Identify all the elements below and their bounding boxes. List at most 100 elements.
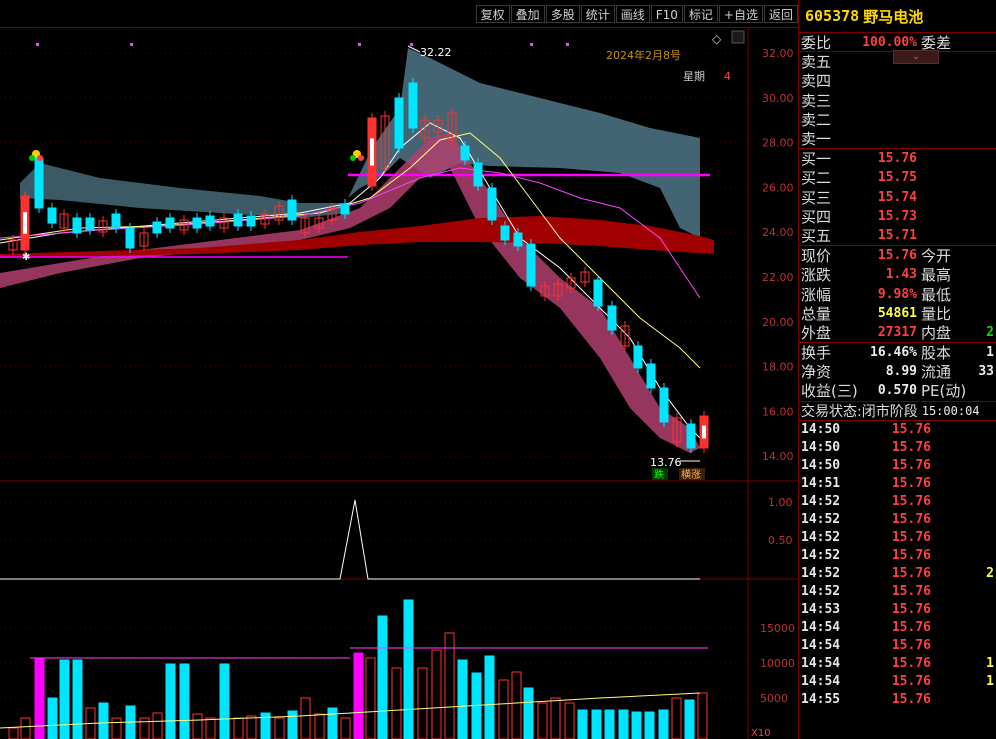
diamond-icon[interactable]: ◇ [712, 32, 722, 46]
tick-time: 14:50 [801, 458, 841, 474]
volume-bar [192, 713, 203, 739]
tick-time: 14:54 [801, 620, 841, 636]
stat-value-2: 33 [978, 364, 994, 380]
candle-body [340, 203, 350, 215]
volume-bar [564, 702, 575, 739]
candle-body [646, 363, 656, 389]
tick-time: 14:54 [801, 638, 841, 654]
volume-bar [618, 709, 629, 739]
volume-bar [444, 632, 455, 739]
signal-marker [530, 43, 533, 46]
trade-status-time: 15:00:04 [921, 403, 980, 418]
trade-status-label: 交易状态: [801, 403, 862, 420]
tick-price: 15.76 [891, 602, 931, 618]
stat-row: 收益(三) 0.570 PE(动) [799, 381, 996, 400]
buy-level-label: 买四 [801, 207, 832, 226]
candle-body [192, 217, 202, 229]
buy-orders: 买一 15.76 买二 15.75 买三 15.74 买四 15.73 买五 15.71 [799, 148, 996, 245]
candle-body [513, 232, 523, 247]
volume-bar [287, 710, 298, 739]
toolbar-button[interactable]: 多股 [545, 4, 580, 23]
signal-marker [130, 43, 133, 46]
toolbar-button[interactable]: 标记 [683, 4, 718, 23]
tick-price: 15.76 [891, 548, 931, 564]
volume-bar [205, 717, 216, 739]
sell-orders: 卖五 卖四 卖三 卖二 卖一 [799, 51, 996, 148]
tick-row: 14:52 15.76 [799, 511, 996, 529]
tick-time: 14:52 [801, 584, 841, 600]
toolbar-button[interactable]: 画线 [615, 4, 650, 23]
window-toggle-icon[interactable] [731, 30, 745, 44]
toolbar-button[interactable]: 复权 [475, 4, 510, 23]
candle-body [34, 157, 44, 209]
volume-bar [591, 709, 602, 739]
candle-body [125, 227, 135, 249]
candle-body [152, 221, 162, 234]
signal-marker [410, 43, 413, 46]
volume-bar [523, 687, 534, 739]
tick-row: 14:50 15.76 [799, 457, 996, 475]
tick-price: 15.76 [891, 638, 931, 654]
buy-level-label: 买五 [801, 226, 832, 245]
stat-row: 净资 8.99 流通 33 [799, 362, 996, 381]
tick-row: 14:54 15.76 [799, 637, 996, 655]
toolbar-button[interactable]: 统计 [580, 4, 615, 23]
buy-level-price: 15.75 [877, 170, 917, 186]
stat-row: 换手 16.46% 股本 1 [799, 343, 996, 362]
sell-level-label: 卖三 [801, 91, 832, 110]
stock-name: 野马电池 [863, 7, 924, 26]
volume-bar [577, 709, 588, 739]
tick-row: 14:54 15.76 [799, 619, 996, 637]
tick-time: 14:52 [801, 530, 841, 546]
buy-level-price: 15.71 [877, 227, 917, 243]
sell-level-label: 卖一 [801, 130, 832, 149]
volume-bar [8, 727, 19, 739]
stock-header[interactable]: 605378 野马电池 [799, 0, 996, 32]
trade-status-row: 交易状态: 闭市阶段 15:00:04 [799, 400, 996, 420]
stat-value: 15.76 [877, 248, 917, 264]
quote-stats: 现价 15.76 今开 涨跌 1.43 最高 涨幅 9.98% 最低 总量 54861 量比 外盘 273… [799, 245, 996, 342]
tick-volume: 1 [986, 674, 994, 690]
price-tick-label: 32.00 [762, 47, 794, 60]
tick-list[interactable]: 14:50 15.76 14:50 15.76 14:50 15.76 14:51 15.76… [799, 419, 996, 709]
chart-area[interactable]: 32.00 30.00 28.00 26.00 24.00 22.00 20.00 18.00… [0, 28, 798, 739]
toolbar-button[interactable]: F10 [650, 4, 683, 23]
stat-label: 现价 [801, 247, 832, 266]
stat-row: 涨跌 1.43 最高 [799, 265, 996, 284]
price-tick-label: 18.00 [762, 361, 794, 374]
sell-level-row: 卖二 [799, 110, 996, 129]
stat-label-2: PE(动) [921, 382, 967, 401]
stat-label-2: 流通 [921, 363, 952, 382]
price-tick-label: 22.00 [762, 271, 794, 284]
volume-bar [233, 717, 244, 739]
tick-price: 15.76 [891, 530, 931, 546]
tick-time: 14:54 [801, 656, 841, 672]
candle-body [607, 305, 617, 331]
toolbar-button[interactable]: 叠加 [510, 4, 545, 23]
toolbar-button[interactable]: 返回 [763, 4, 798, 23]
stat-label: 涨幅 [801, 285, 832, 304]
collapse-chevron-icon[interactable]: ⌄ [893, 50, 939, 64]
tick-volume: 2 [986, 566, 994, 582]
stat-label: 涨跌 [801, 266, 832, 285]
volume-bar [20, 717, 31, 739]
tick-row: 14:52 15.76 [799, 547, 996, 565]
stat-label: 总量 [801, 304, 832, 323]
stat-value: 27317 [877, 324, 917, 340]
price-tick-label: 24.00 [762, 226, 794, 239]
badge-left: 跌 [654, 468, 664, 481]
buy-level-label: 买一 [801, 150, 832, 169]
high-label: 32.22 [420, 46, 452, 59]
stat-label: 外盘 [801, 323, 832, 342]
tick-row: 14:52 15.76 [799, 583, 996, 601]
stat-value-2: 1 [986, 345, 994, 361]
stat-value: 16.46% [870, 345, 917, 361]
volume-bar [314, 713, 325, 739]
tick-time: 14:53 [801, 602, 841, 618]
tick-time: 14:52 [801, 566, 841, 582]
volume-bar [165, 663, 176, 739]
toolbar-button[interactable]: +自选 [718, 4, 763, 23]
signal-dot-icon [29, 155, 35, 161]
kline-chart[interactable]: 32.00 30.00 28.00 26.00 24.00 22.00 20.00 18.00… [0, 28, 798, 739]
weekday-label: 星期 [683, 70, 705, 83]
